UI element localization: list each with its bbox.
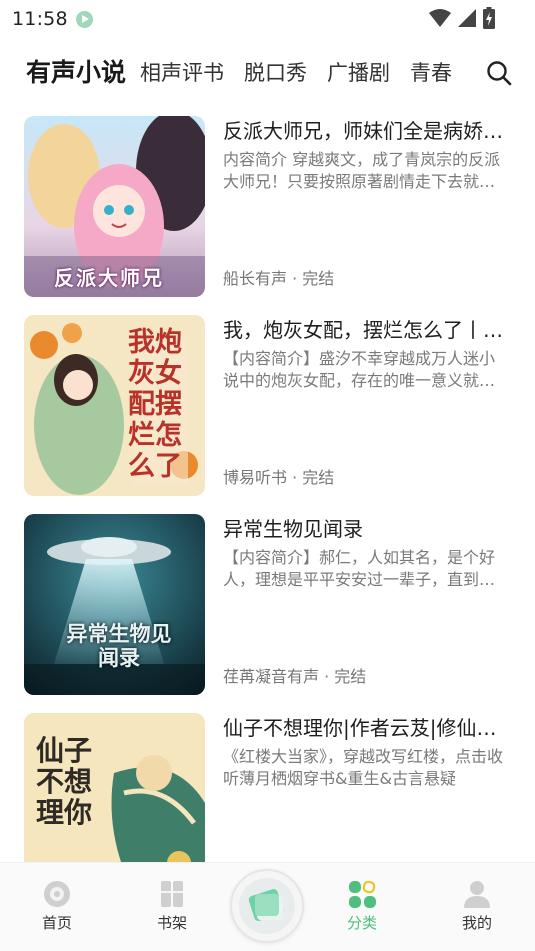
tab-scroll[interactable]: 有声小说 相声评书 脱口秀 广播剧 青春 bbox=[26, 50, 476, 96]
nav-home[interactable]: 首页 bbox=[22, 879, 92, 933]
cover-title-text: 反派大师兄 bbox=[54, 266, 164, 290]
nav-bookshelf[interactable]: 书架 bbox=[137, 879, 207, 933]
book-cover[interactable]: 我炮灰女配摆烂怎么了 bbox=[24, 315, 205, 496]
tab-talk-show[interactable]: 脱口秀 bbox=[244, 50, 307, 96]
book-description: 【内容简介】郝仁，人如其名，是个好人，理想是平平安安过一辈子，直到有一天 bbox=[223, 548, 496, 589]
book-meta: 博易听书 · 完结 bbox=[223, 468, 335, 487]
nav-label: 书架 bbox=[156, 914, 187, 932]
book-title[interactable]: 我，炮灰女配，摆烂怎么了丨多人有声剧 bbox=[223, 317, 513, 343]
list-item[interactable]: 我炮灰女配摆烂怎么了 我，炮灰女配，摆烂怎么了丨多人有声剧 【内容简介】盛汐不幸… bbox=[0, 315, 535, 514]
status-icons bbox=[429, 7, 495, 29]
nav-profile[interactable]: 我的 bbox=[442, 879, 512, 933]
book-description: 《红楼大当家》，穿越改写红楼，点击收听薄月栖烟穿书&重生&古言悬疑 bbox=[223, 747, 504, 788]
now-playing-button[interactable] bbox=[230, 869, 304, 943]
tab-radio-drama[interactable]: 广播剧 bbox=[327, 50, 390, 96]
book-list[interactable]: 反派大师兄 反派大师兄，师妹们全是病娇（多人有声剧） 内容简介 穿越爽文，成了青… bbox=[0, 116, 535, 862]
tab-crosstalk[interactable]: 相声评书 bbox=[140, 50, 224, 96]
user-icon bbox=[464, 881, 490, 908]
cover-title-text: 我炮灰女配摆烂怎么了 bbox=[128, 327, 182, 482]
cover-title-text: 异常生物见闻录 bbox=[66, 622, 172, 670]
status-bar: 11:58 bbox=[0, 0, 535, 38]
disc-icon bbox=[44, 881, 70, 907]
nav-label: 我的 bbox=[461, 914, 492, 932]
book-cover[interactable]: 仙子不想理你 bbox=[24, 713, 205, 862]
nav-category[interactable]: 分类 bbox=[327, 879, 397, 933]
search-icon[interactable] bbox=[485, 59, 513, 87]
wifi-icon bbox=[429, 9, 451, 27]
book-meta: 船长有声 · 完结 bbox=[223, 269, 335, 288]
tab-youth[interactable]: 青春 bbox=[410, 50, 452, 96]
category-tab-bar: 有声小说 相声评书 脱口秀 广播剧 青春 bbox=[0, 50, 535, 96]
play-icon bbox=[75, 10, 93, 28]
book-title[interactable]: 仙子不想理你|作者云芨|修仙言情 bbox=[223, 715, 513, 741]
nav-label: 分类 bbox=[346, 914, 377, 932]
book-title[interactable]: 反派大师兄，师妹们全是病娇（多人有声剧） bbox=[223, 118, 513, 144]
category-grid-icon bbox=[349, 880, 376, 908]
book-description: 内容简介 穿越爽文，成了青岚宗的反派大师兄！只要按照原著剧情走下去就能活命 bbox=[223, 150, 501, 191]
book-description: 【内容简介】盛汐不幸穿越成万人迷小说中的炮灰女配，存在的唯一意义就是衬托女主 bbox=[223, 349, 496, 390]
bookshelf-icon bbox=[161, 881, 183, 907]
list-item[interactable]: 异常生物见闻录 异常生物见闻录 【内容简介】郝仁，人如其名，是个好人，理想是平平… bbox=[0, 514, 535, 713]
list-item[interactable]: 反派大师兄 反派大师兄，师妹们全是病娇（多人有声剧） 内容简介 穿越爽文，成了青… bbox=[0, 116, 535, 315]
book-meta: 荏苒凝音有声 · 完结 bbox=[223, 667, 367, 686]
signal-icon bbox=[458, 9, 476, 27]
nav-label: 首页 bbox=[41, 914, 72, 932]
bottom-nav: 首页 书架 分类 我的 bbox=[0, 862, 535, 951]
now-playing-icon bbox=[239, 878, 295, 934]
tab-audio-novel[interactable]: 有声小说 bbox=[26, 50, 126, 96]
book-title[interactable]: 异常生物见闻录 bbox=[223, 516, 513, 542]
battery-charging-icon bbox=[483, 7, 495, 29]
cover-title-text: 仙子不想理你 bbox=[36, 734, 93, 829]
status-time: 11:58 bbox=[12, 8, 68, 30]
book-cover[interactable]: 异常生物见闻录 bbox=[24, 514, 205, 695]
list-item[interactable]: 仙子不想理你 仙子不想理你|作者云芨|修仙言情 《红楼大当家》，穿越改写红楼，点… bbox=[0, 713, 535, 862]
book-cover[interactable]: 反派大师兄 bbox=[24, 116, 205, 297]
